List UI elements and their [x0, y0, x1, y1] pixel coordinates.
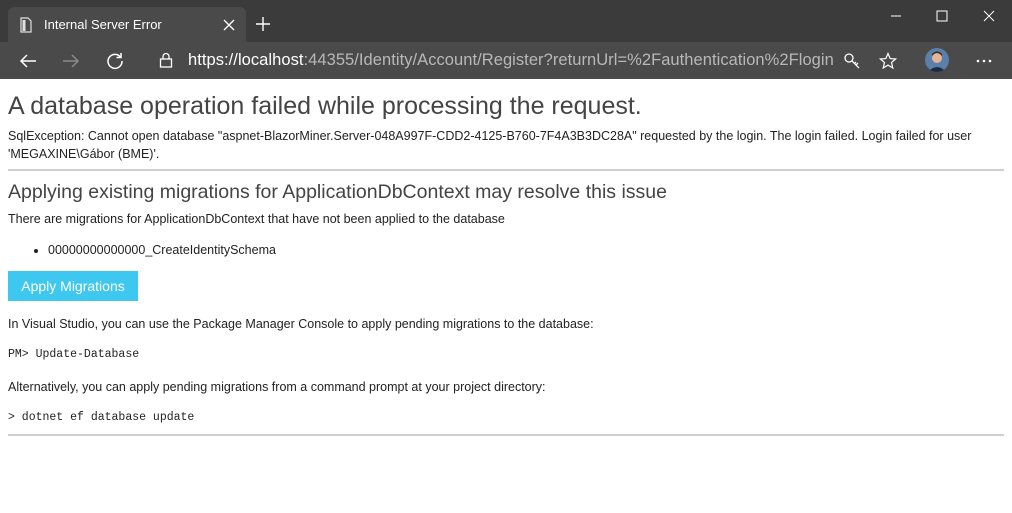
page-icon [18, 16, 34, 33]
maximize-icon[interactable] [919, 0, 965, 32]
exception-message: SqlException: Cannot open database "aspn… [8, 129, 972, 161]
minimize-icon[interactable] [873, 0, 919, 32]
more-icon[interactable] [969, 46, 999, 76]
url-host: localhost [237, 50, 304, 69]
migrations-heading: Applying existing migrations for Applica… [8, 181, 667, 203]
page-content: A database operation failed while proces… [8, 79, 1004, 436]
lock-icon[interactable] [156, 50, 176, 70]
plus-icon[interactable] [250, 11, 276, 37]
browser-tab[interactable]: Internal Server Error [8, 7, 246, 42]
pm-command: PM> Update-Database [8, 348, 140, 361]
separator [8, 169, 1004, 171]
key-icon[interactable] [837, 46, 867, 76]
url-text: https://localhost:44355/Identity/Account… [188, 51, 834, 70]
back-arrow-icon[interactable] [13, 46, 43, 76]
tab-title: Internal Server Error [44, 17, 162, 32]
url-path: :44355/Identity/Account/Register?returnU… [303, 50, 834, 69]
avatar[interactable] [925, 48, 949, 72]
page-title: A database operation failed while proces… [8, 92, 642, 120]
browser-titlebar: Internal Server Error [0, 0, 1012, 42]
apply-migrations-button[interactable]: Apply Migrations [8, 271, 138, 301]
star-icon[interactable] [873, 46, 903, 76]
cli-instructions: Alternatively, you can apply pending mig… [8, 380, 546, 394]
migration-list: 00000000000000_CreateIdentitySchema [8, 242, 1004, 258]
cli-command: > dotnet ef database update [8, 411, 195, 424]
visual-studio-instructions: In Visual Studio, you can use the Packag… [8, 317, 594, 331]
address-bar[interactable]: https://localhost:44355/Identity/Account… [146, 44, 906, 76]
migrations-intro: There are migrations for ApplicationDbCo… [8, 212, 505, 226]
forward-arrow-icon[interactable] [56, 46, 86, 76]
browser-toolbar: https://localhost:44355/Identity/Account… [0, 42, 1012, 79]
separator [8, 434, 1004, 436]
url-scheme: https:// [188, 50, 238, 69]
list-item: 00000000000000_CreateIdentitySchema [48, 242, 1004, 258]
close-icon[interactable] [216, 12, 242, 38]
refresh-icon[interactable] [100, 46, 130, 76]
close-window-icon[interactable] [966, 0, 1012, 32]
